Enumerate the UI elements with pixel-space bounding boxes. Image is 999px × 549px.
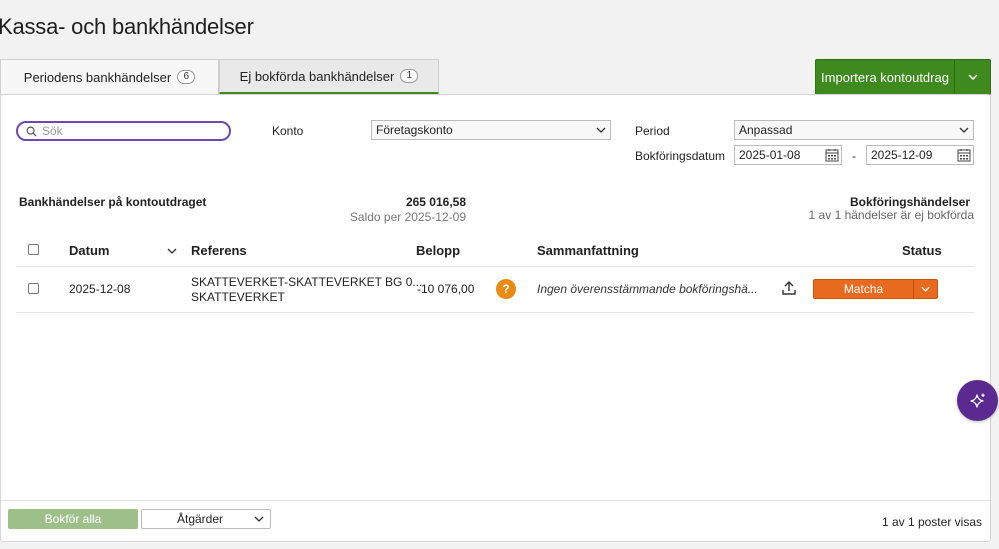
import-statement-label[interactable]: Importera kontoutdrag [816,60,954,94]
search-field[interactable] [16,121,231,141]
chevron-down-icon [921,286,930,292]
tab-label: Ej bokförda bankhändelser [239,68,395,84]
column-header-belopp: Belopp [416,243,461,258]
sort-chevron-icon[interactable] [167,248,177,254]
column-header-sammanfattning: Sammanfattning [537,243,639,258]
row-belopp: -10 076,00 [417,282,475,296]
row-referens-line2: SKATTEVERKET [191,290,285,304]
column-header-referens: Referens [191,243,247,258]
page-title: Kassa- och bankhändelser [0,14,254,39]
konto-label: Konto [272,124,304,138]
date-to-field[interactable]: 2025-12-09 [866,145,974,165]
chevron-down-icon [254,516,264,522]
upload-icon[interactable] [780,279,798,297]
chevron-down-icon [967,74,978,80]
tab-label: Periodens bankhändelser [23,69,172,85]
row-sammanfattning: Ingen överensstämmande bokföringshä... [537,282,758,296]
table-row-divider [16,312,974,313]
import-statement-button[interactable]: Importera kontoutdrag [815,59,991,95]
date-separator: - [852,149,856,163]
column-header-datum[interactable]: Datum [69,243,109,258]
date-to-value: 2025-12-09 [871,148,933,162]
column-header-status: Status [902,243,942,258]
period-label: Period [635,124,670,138]
match-dropdown-toggle[interactable] [913,280,937,298]
row-datum: 2025-12-08 [69,282,131,296]
konto-select[interactable]: Företagskonto [371,120,611,140]
match-button-label[interactable]: Matcha [814,280,913,298]
calendar-icon[interactable] [825,148,839,162]
actions-label: Åtgärder [177,512,224,526]
calendar-icon[interactable] [957,148,971,162]
match-button[interactable]: Matcha [813,279,938,299]
main-panel: Konto Företagskonto Period Anpassad Bokf… [0,94,991,542]
tab-count-badge: 6 [177,70,196,84]
booking-events-title: Bokföringshändelser [849,195,970,209]
search-input[interactable] [42,124,212,138]
chevron-down-icon [959,127,969,133]
tab-periodens-bankhandelser[interactable]: Periodens bankhändelser 6 [0,59,219,95]
date-from-field[interactable]: 2025-01-08 [734,145,842,165]
sparkle-icon [969,393,985,408]
balance-date: Saldo per 2025-12-09 [349,210,466,224]
ai-assistant-button[interactable] [957,380,998,421]
date-from-value: 2025-01-08 [739,148,801,162]
records-count: 1 av 1 poster visas [881,515,982,529]
bank-events-title: Bankhändelser på kontoutdraget [19,195,207,209]
konto-selected-value: Företagskonto [376,123,453,137]
question-icon[interactable]: ? [496,279,516,299]
row-referens-line1: SKATTEVERKET-SKATTEVERKET BG 0... [191,275,423,289]
select-all-checkbox[interactable] [28,244,39,255]
chevron-down-icon [596,127,606,133]
footer-divider [1,500,990,501]
period-select[interactable]: Anpassad [734,120,974,140]
book-all-button[interactable]: Bokför alla [8,509,138,529]
bokforingsdatum-label: Bokföringsdatum [635,149,726,163]
actions-dropdown[interactable]: Åtgärder [141,509,271,529]
tab-count-badge: 1 [400,69,419,83]
table-header-divider [16,266,974,267]
import-dropdown-toggle[interactable] [954,60,990,94]
period-selected-value: Anpassad [739,123,793,137]
booking-events-subtitle: 1 av 1 händelser är ej bokförda [808,208,974,222]
balance-amount: 265 016,58 [405,195,466,209]
row-checkbox[interactable] [28,283,39,294]
tab-ej-bokforda-bankhandelser[interactable]: Ej bokförda bankhändelser 1 [219,59,439,95]
search-icon [26,126,37,137]
